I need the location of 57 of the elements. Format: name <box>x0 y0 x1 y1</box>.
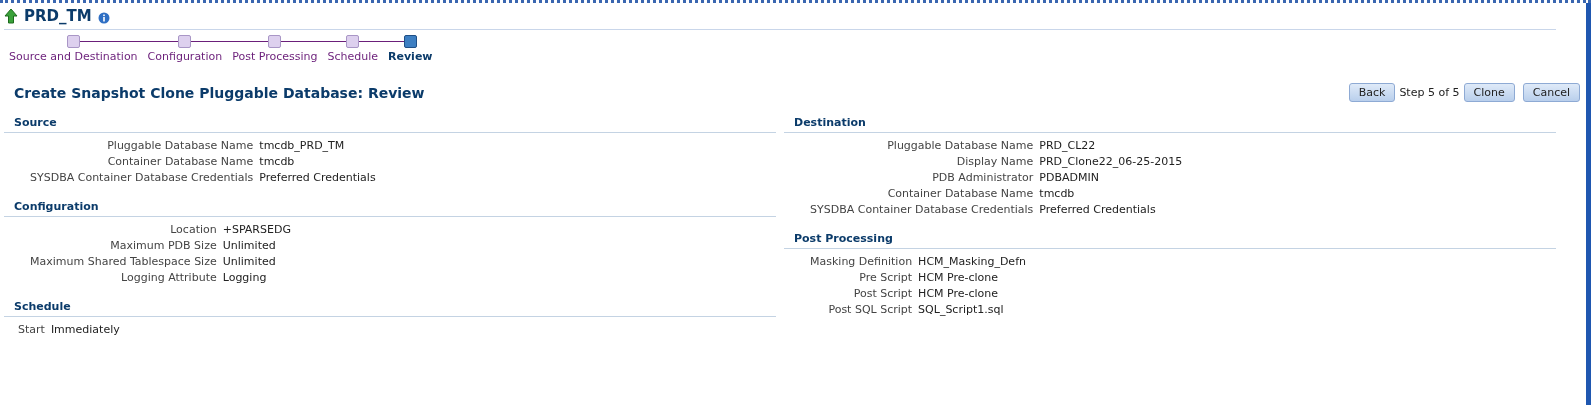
section-heading: Configuration <box>4 196 776 217</box>
train-step-node[interactable] <box>346 35 360 48</box>
field-value: Logging <box>222 271 268 284</box>
field-value: Unlimited <box>222 255 277 268</box>
train-step-node[interactable] <box>66 35 80 48</box>
field-value: Preferred Credentials <box>1039 203 1157 216</box>
field-label: Pluggable Database Name <box>106 139 254 152</box>
field-value: Immediately <box>50 323 120 336</box>
field-label: Display Name <box>955 155 1034 168</box>
field-label: SYSDBA Container Database Credentials <box>30 171 254 184</box>
field-value: Unlimited <box>222 239 277 252</box>
field-label: Pluggable Database Name <box>886 139 1034 152</box>
field-label: Location <box>169 223 217 236</box>
info-icon[interactable] <box>97 11 110 24</box>
up-arrow-icon <box>4 8 18 24</box>
field-value: SQL_Script1.sql <box>918 303 1005 316</box>
back-button[interactable]: Back <box>1348 83 1396 102</box>
field-value: HCM Pre-clone <box>918 271 1000 284</box>
field-value: PRD_Clone22_06-25-2015 <box>1039 155 1183 168</box>
clone-button[interactable]: Clone <box>1463 83 1515 102</box>
field-value: PDBADMIN <box>1039 171 1100 184</box>
section-heading: Schedule <box>4 296 776 317</box>
section-heading: Post Processing <box>784 228 1556 249</box>
field-label: Masking Definition <box>810 255 913 268</box>
field-label: Maximum Shared Tablespace Size <box>30 255 217 268</box>
train-step-node[interactable] <box>403 35 417 48</box>
field-value: HCM_Masking_Defn <box>918 255 1026 268</box>
field-value: tmcdb <box>259 155 296 168</box>
field-value: +SPARSEDG <box>222 223 291 236</box>
train-step-label: Review <box>388 50 433 63</box>
field-value: tmcdb <box>1039 187 1076 200</box>
field-label: Post SQL Script <box>827 303 913 316</box>
field-label: Pre Script <box>858 271 913 284</box>
train-step-label[interactable]: Post Processing <box>232 50 318 63</box>
page-title: Create Snapshot Clone Pluggable Database: Review <box>14 84 425 101</box>
field-value: tmcdb_PRD_TM <box>259 139 346 152</box>
field-label: Container Database Name <box>886 187 1034 200</box>
field-label: Start <box>18 323 45 336</box>
section-heading: Source <box>4 112 776 133</box>
train-step-node[interactable] <box>268 35 282 48</box>
field-label: SYSDBA Container Database Credentials <box>810 203 1034 216</box>
train-step-label[interactable]: Schedule <box>327 50 378 63</box>
train-step-label[interactable]: Source and Destination <box>9 50 138 63</box>
field-value: HCM Pre-clone <box>918 287 1000 300</box>
field-label: Logging Attribute <box>120 271 217 284</box>
page-header-title: PRD_TM <box>24 7 92 25</box>
cancel-button[interactable]: Cancel <box>1522 83 1580 102</box>
train-step-label[interactable]: Configuration <box>147 50 223 63</box>
field-label: Post Script <box>852 287 913 300</box>
section-heading: Destination <box>784 112 1556 133</box>
step-indicator: Step 5 of 5 <box>1399 86 1460 99</box>
field-label: Container Database Name <box>106 155 254 168</box>
field-value: Preferred Credentials <box>259 171 376 184</box>
field-label: Maximum PDB Size <box>109 239 217 252</box>
field-value: PRD_CL22 <box>1039 139 1097 152</box>
train-step-node[interactable] <box>178 35 192 48</box>
field-label: PDB Administrator <box>931 171 1034 184</box>
